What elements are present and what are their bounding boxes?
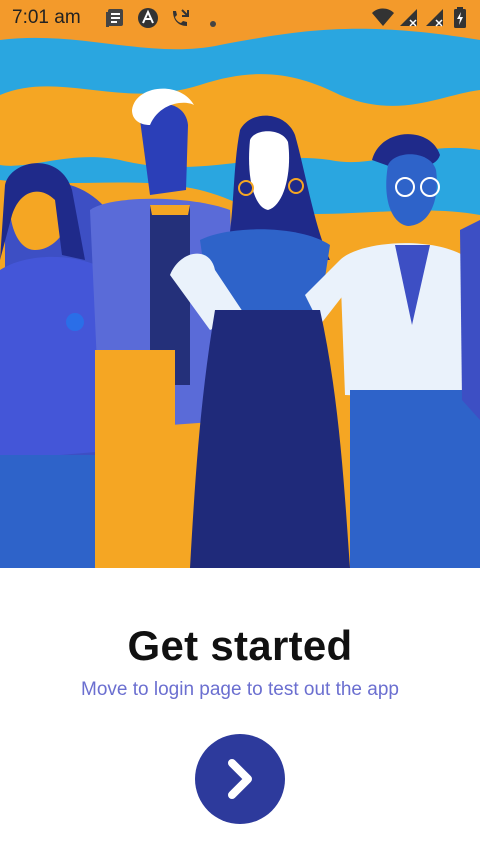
signal-icon <box>397 7 419 33</box>
status-bar: 7:01 am <box>0 0 480 36</box>
signal-icon-2 <box>423 7 445 33</box>
dot-icon <box>209 12 217 34</box>
wifi-icon <box>371 7 395 33</box>
call-forward-icon <box>169 7 193 37</box>
battery-icon <box>453 7 467 35</box>
status-time: 7:01 am <box>12 7 81 28</box>
hero-illustration <box>0 0 480 568</box>
notes-icon <box>104 7 126 35</box>
app-a-icon <box>137 7 159 35</box>
page-subtitle: Move to login page to test out the app <box>81 679 399 700</box>
page-title: Get started <box>127 622 353 669</box>
next-button[interactable] <box>195 734 285 824</box>
chevron-right-icon <box>228 759 252 799</box>
